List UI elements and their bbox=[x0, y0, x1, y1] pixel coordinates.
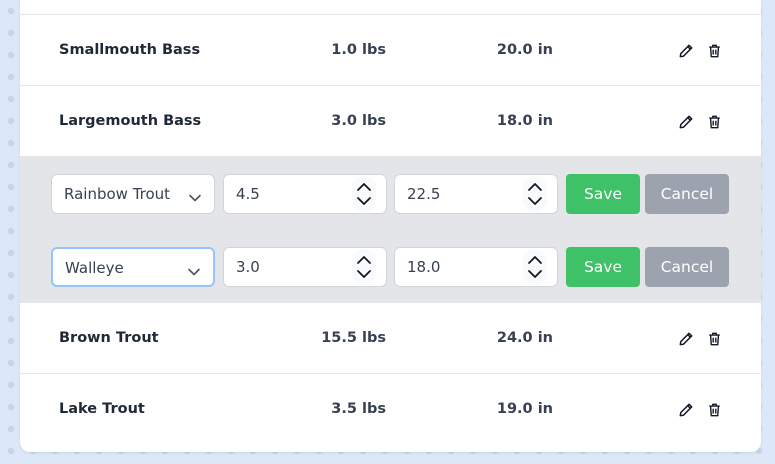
table-row: Largemouth Bass 3.0 lbs 18.0 in bbox=[20, 86, 761, 157]
stepper-arrows-icon[interactable] bbox=[352, 249, 376, 285]
save-button[interactable]: Save bbox=[566, 174, 640, 214]
trash-icon[interactable] bbox=[705, 330, 723, 348]
row-actions bbox=[677, 15, 723, 86]
fish-name: Largemouth Bass bbox=[59, 113, 202, 129]
fish-length: 19.0 in bbox=[496, 401, 553, 417]
length-input-value: 22.5 bbox=[407, 185, 441, 203]
table-row: Brown Trout 15.5 lbs 24.0 in bbox=[20, 303, 761, 374]
edit-rows-panel: Rainbow Trout 4.5 22.5 Save Cancel Walle… bbox=[20, 157, 761, 303]
row-actions bbox=[677, 303, 723, 374]
pencil-icon[interactable] bbox=[677, 113, 695, 131]
species-select[interactable]: Walleye bbox=[51, 247, 215, 287]
weight-input-value: 3.0 bbox=[236, 258, 260, 276]
weight-input-value: 4.5 bbox=[236, 185, 260, 203]
trash-icon[interactable] bbox=[705, 42, 723, 60]
species-select[interactable]: Rainbow Trout bbox=[51, 174, 215, 214]
save-button[interactable]: Save bbox=[566, 247, 640, 287]
edit-row: Rainbow Trout 4.5 22.5 Save Cancel bbox=[51, 174, 731, 216]
species-select-value: Walleye bbox=[65, 259, 124, 277]
weight-input[interactable]: 4.5 bbox=[223, 174, 387, 214]
fish-length: 18.0 in bbox=[496, 113, 553, 129]
length-input[interactable]: 18.0 bbox=[394, 247, 558, 287]
cancel-button[interactable]: Cancel bbox=[645, 174, 729, 214]
length-input[interactable]: 22.5 bbox=[394, 174, 558, 214]
fish-weight: 3.0 lbs bbox=[331, 113, 386, 129]
trash-icon[interactable] bbox=[705, 401, 723, 419]
fish-weight: 3.5 lbs bbox=[331, 401, 386, 417]
fish-length: 20.0 in bbox=[496, 42, 553, 58]
stepper-arrows-icon[interactable] bbox=[352, 176, 376, 212]
table-row-partial bbox=[20, 0, 761, 15]
fish-length: 24.0 in bbox=[496, 330, 553, 346]
fish-name: Lake Trout bbox=[59, 401, 145, 417]
species-select-value: Rainbow Trout bbox=[64, 185, 171, 203]
pencil-icon[interactable] bbox=[677, 330, 695, 348]
cancel-button[interactable]: Cancel bbox=[645, 247, 729, 287]
pencil-icon[interactable] bbox=[677, 42, 695, 60]
trash-icon[interactable] bbox=[705, 113, 723, 131]
weight-input[interactable]: 3.0 bbox=[223, 247, 387, 287]
edit-row: Walleye 3.0 18.0 Save Cancel bbox=[51, 247, 731, 289]
chevron-down-icon bbox=[187, 262, 201, 281]
stepper-arrows-icon[interactable] bbox=[523, 176, 547, 212]
row-actions bbox=[677, 86, 723, 157]
fish-weight: 15.5 lbs bbox=[321, 330, 386, 346]
table-row: Lake Trout 3.5 lbs 19.0 in bbox=[20, 374, 761, 445]
stepper-arrows-icon[interactable] bbox=[523, 249, 547, 285]
fish-name: Brown Trout bbox=[59, 330, 159, 346]
pencil-icon[interactable] bbox=[677, 401, 695, 419]
chevron-down-icon bbox=[188, 188, 202, 207]
fish-weight: 1.0 lbs bbox=[331, 42, 386, 58]
length-input-value: 18.0 bbox=[407, 258, 441, 276]
fish-name: Smallmouth Bass bbox=[59, 42, 201, 58]
catch-table-card: Smallmouth Bass 1.0 lbs 20.0 in Largemou… bbox=[20, 0, 761, 452]
row-actions bbox=[677, 374, 723, 445]
table-row: Smallmouth Bass 1.0 lbs 20.0 in bbox=[20, 15, 761, 86]
